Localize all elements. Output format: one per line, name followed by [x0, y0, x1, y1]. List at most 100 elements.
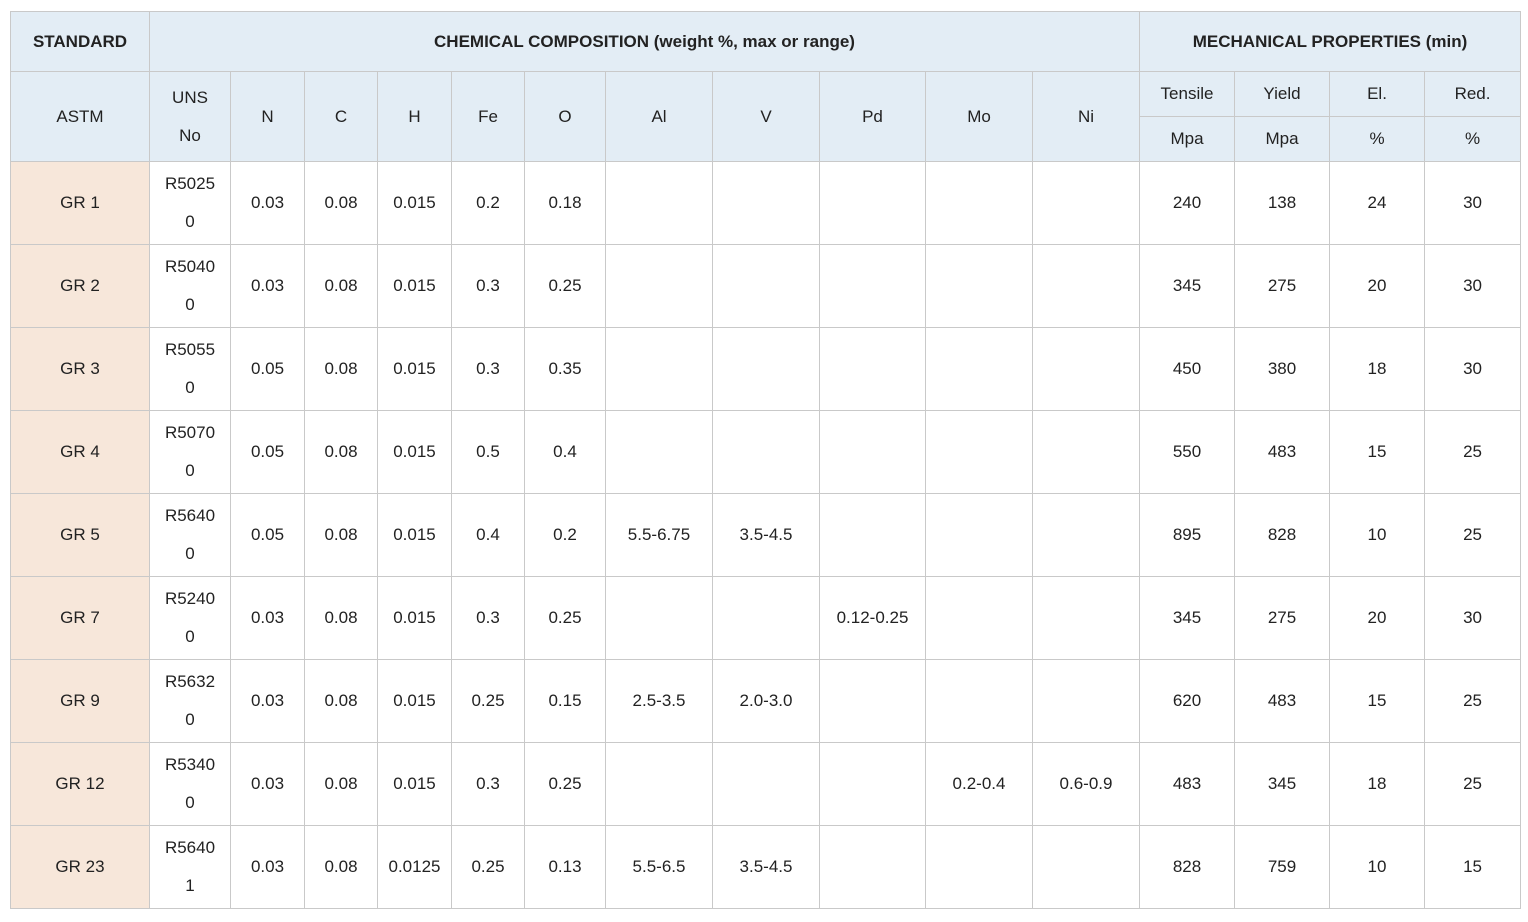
cell-mo — [925, 659, 1033, 743]
astm-header: ASTM — [10, 71, 150, 162]
element-header-n: N — [230, 71, 305, 162]
cell-o: 0.18 — [524, 161, 606, 245]
cell-c: 0.08 — [304, 493, 378, 577]
uns-header: UNS No — [149, 71, 231, 162]
grade-cell: GR 5 — [10, 493, 150, 577]
table-row: GR 9 R5632 0 0.03 0.08 0.015 0.25 0.15 2.5-3.5 2.… — [10, 659, 1522, 743]
uns-number-line2: 0 — [185, 627, 195, 646]
uns-number-line2: 0 — [185, 295, 195, 314]
elongation-header: El. — [1329, 71, 1425, 117]
cell-ni: 0.6-0.9 — [1032, 742, 1140, 826]
cell-pd — [819, 410, 926, 494]
cell-o: 0.2 — [524, 493, 606, 577]
cell-v — [712, 410, 820, 494]
uns-number-line1: R5340 — [164, 755, 216, 774]
cell-al — [605, 410, 713, 494]
cell-v — [712, 742, 820, 826]
table-row: GR 7 R5240 0 0.03 0.08 0.015 0.3 0.25 0.12-0.25 3… — [10, 576, 1522, 660]
cell-pd — [819, 327, 926, 411]
cell-pd — [819, 161, 926, 245]
yield-unit: Mpa — [1234, 116, 1330, 162]
cell-mo — [925, 244, 1033, 328]
cell-reduction: 30 — [1423, 244, 1522, 328]
table-row: GR 3 R5055 0 0.05 0.08 0.015 0.3 0.35 450 380 18 30 — [10, 327, 1522, 411]
cell-al — [605, 161, 713, 245]
cell-reduction: 30 — [1423, 161, 1522, 245]
uns-header-line2: No — [179, 125, 201, 145]
cell-h: 0.015 — [377, 742, 452, 826]
tensile-unit: Mpa — [1139, 116, 1235, 162]
cell-c: 0.08 — [304, 742, 378, 826]
uns-number-line1: R5632 — [164, 672, 216, 691]
cell-fe: 0.25 — [451, 659, 525, 743]
uns-number-line2: 0 — [185, 461, 195, 480]
cell-reduction: 25 — [1423, 410, 1522, 494]
cell-h: 0.015 — [377, 493, 452, 577]
table-row: GR 2 R5040 0 0.03 0.08 0.015 0.3 0.25 345 275 20 30 — [10, 244, 1522, 328]
cell-fe: 0.3 — [451, 576, 525, 660]
cell-yield: 380 — [1234, 327, 1330, 411]
cell-elongation: 20 — [1329, 244, 1425, 328]
uns-cell: R5640 1 — [149, 825, 231, 909]
cell-yield: 275 — [1234, 244, 1330, 328]
uns-cell: R5240 0 — [149, 576, 231, 660]
cell-reduction: 25 — [1423, 493, 1522, 577]
uns-number-line2: 0 — [185, 212, 195, 231]
cell-h: 0.015 — [377, 327, 452, 411]
standard-header: STANDARD — [10, 11, 150, 72]
cell-o: 0.13 — [524, 825, 606, 909]
cell-mo — [925, 410, 1033, 494]
table-row: GR 1 R5025 0 0.03 0.08 0.015 0.2 0.18 240 138 24 30 — [10, 161, 1522, 245]
cell-elongation: 18 — [1329, 327, 1425, 411]
yield-header: Yield — [1234, 71, 1330, 117]
cell-n: 0.03 — [230, 161, 305, 245]
element-header-v: V — [712, 71, 820, 162]
cell-yield: 759 — [1234, 825, 1330, 909]
uns-number-line1: R5070 — [164, 423, 216, 442]
cell-elongation: 15 — [1329, 659, 1425, 743]
uns-number-line1: R5025 — [164, 174, 216, 193]
cell-n: 0.03 — [230, 659, 305, 743]
cell-n: 0.05 — [230, 327, 305, 411]
cell-tensile: 620 — [1139, 659, 1235, 743]
cell-reduction: 30 — [1423, 327, 1522, 411]
cell-al: 5.5-6.75 — [605, 493, 713, 577]
element-header-o: O — [524, 71, 606, 162]
uns-number-line2: 1 — [185, 876, 195, 895]
cell-mo — [925, 493, 1033, 577]
cell-tensile: 828 — [1139, 825, 1235, 909]
titanium-grades-table: STANDARD CHEMICAL COMPOSITION (weight %,… — [10, 11, 1522, 909]
cell-v: 3.5-4.5 — [712, 825, 820, 909]
grade-cell: GR 4 — [10, 410, 150, 494]
titanium-grades-table-container: STANDARD CHEMICAL COMPOSITION (weight %,… — [10, 11, 1522, 909]
cell-ni — [1032, 493, 1140, 577]
cell-ni — [1032, 244, 1140, 328]
cell-elongation: 15 — [1329, 410, 1425, 494]
cell-elongation: 20 — [1329, 576, 1425, 660]
reduction-header: Red. — [1423, 71, 1522, 117]
uns-header-line1: UNS — [172, 87, 208, 107]
cell-ni — [1032, 825, 1140, 909]
cell-al — [605, 244, 713, 328]
cell-c: 0.08 — [304, 410, 378, 494]
cell-n: 0.03 — [230, 825, 305, 909]
cell-c: 0.08 — [304, 659, 378, 743]
cell-elongation: 18 — [1329, 742, 1425, 826]
cell-o: 0.25 — [524, 576, 606, 660]
cell-n: 0.03 — [230, 742, 305, 826]
cell-yield: 275 — [1234, 576, 1330, 660]
grade-cell: GR 9 — [10, 659, 150, 743]
cell-v: 3.5-4.5 — [712, 493, 820, 577]
element-header-fe: Fe — [451, 71, 525, 162]
grade-cell: GR 23 — [10, 825, 150, 909]
cell-ni — [1032, 410, 1140, 494]
cell-n: 0.03 — [230, 244, 305, 328]
cell-v: 2.0-3.0 — [712, 659, 820, 743]
cell-tensile: 550 — [1139, 410, 1235, 494]
cell-mo — [925, 825, 1033, 909]
cell-mo: 0.2-0.4 — [925, 742, 1033, 826]
cell-tensile: 895 — [1139, 493, 1235, 577]
cell-v — [712, 161, 820, 245]
cell-pd — [819, 742, 926, 826]
cell-h: 0.015 — [377, 244, 452, 328]
